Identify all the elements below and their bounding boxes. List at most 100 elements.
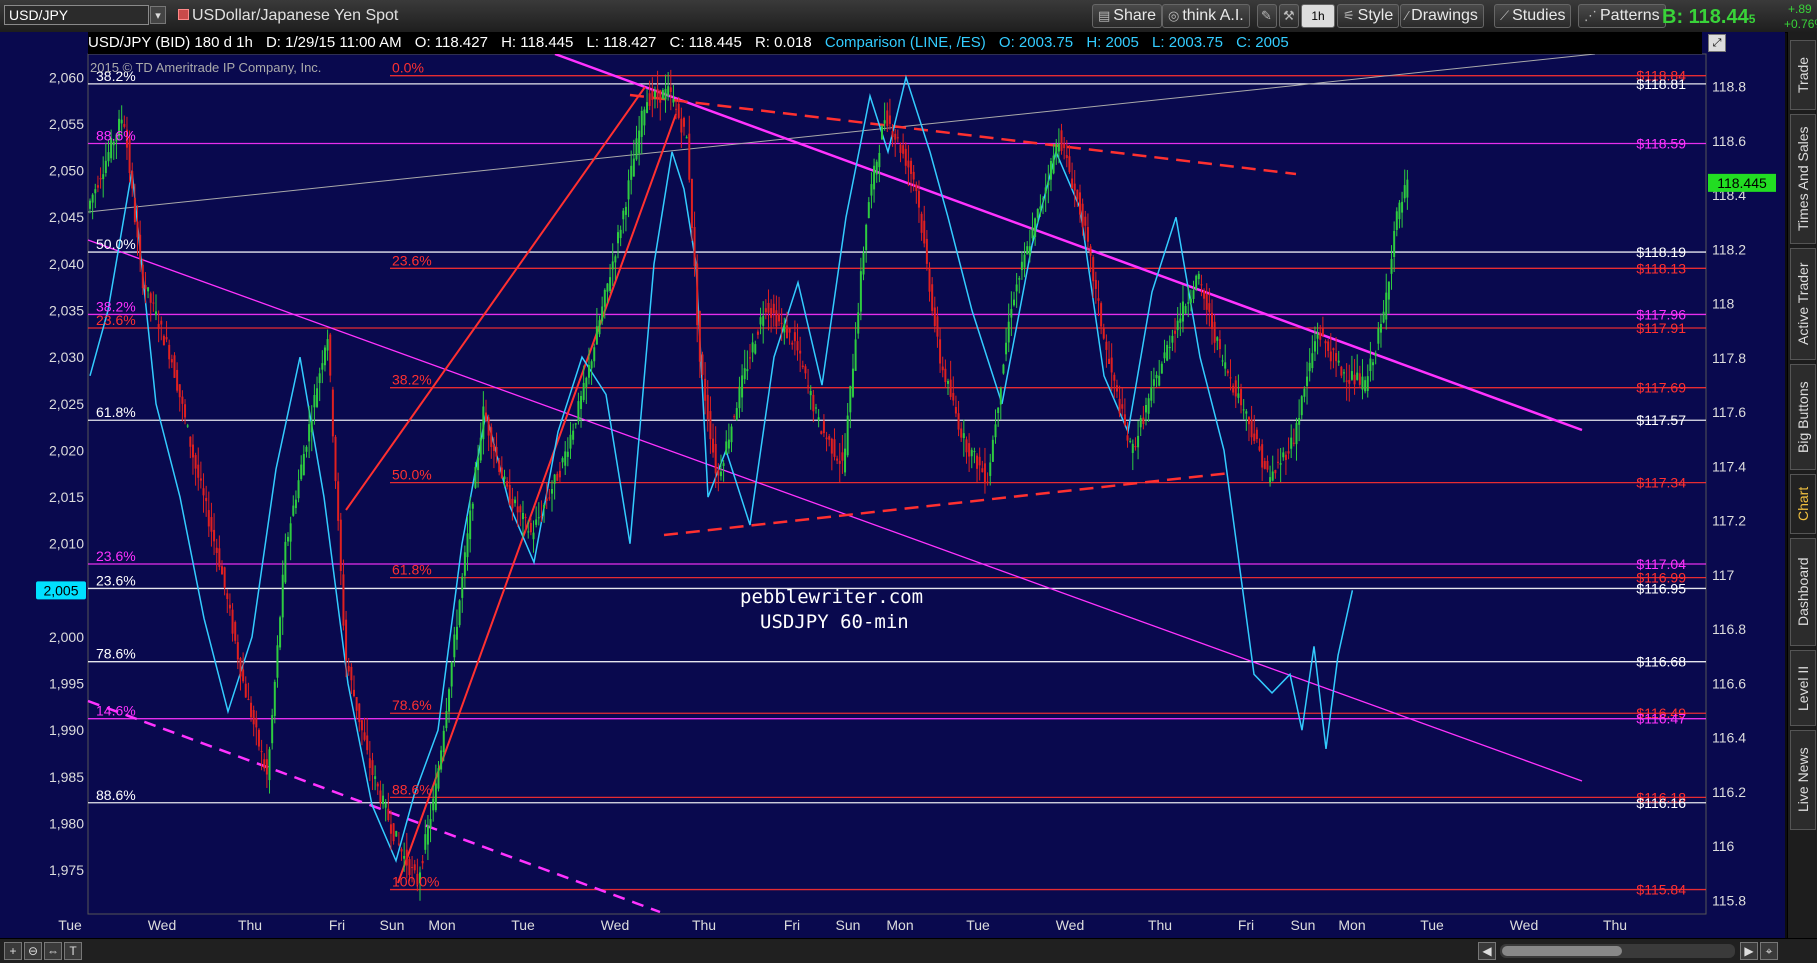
share-button[interactable]: ▤ Share: [1092, 4, 1162, 28]
candle-body: [888, 115, 891, 124]
zoom-in-icon[interactable]: +: [4, 942, 22, 960]
candle-body: [310, 421, 313, 433]
studies-button[interactable]: ⟋ Studies: [1494, 4, 1572, 28]
candle-body: [812, 394, 815, 412]
candle-body: [680, 118, 683, 133]
candle-body: [925, 238, 928, 264]
price-chart[interactable]: 1,975 1,980 1,985 1,990 1,995 2,000 2,005 2,010…: [0, 32, 1785, 940]
candle-body: [1131, 443, 1134, 453]
candle-body: [1060, 130, 1063, 151]
chart-scrollbar[interactable]: [1500, 944, 1735, 958]
candle-body: [1129, 440, 1132, 442]
scrollbar-thumb[interactable]: [1502, 946, 1622, 956]
zoom-fit-icon[interactable]: ⌖: [1760, 942, 1778, 960]
x-axis-tick-label: Tue: [1420, 917, 1444, 933]
candle-body: [1329, 351, 1332, 362]
candle-body: [857, 312, 860, 334]
scroll-left-icon[interactable]: ◀: [1478, 942, 1496, 960]
tab-live-news[interactable]: Live News: [1790, 730, 1816, 830]
candle-body: [952, 392, 955, 401]
tab-big-buttons[interactable]: Big Buttons: [1790, 364, 1816, 470]
candle-body: [411, 867, 414, 869]
chart-area[interactable]: 1,975 1,980 1,985 1,990 1,995 2,000 2,005 2,010…: [0, 32, 1785, 940]
candle-body: [611, 261, 614, 270]
candle-body: [1250, 419, 1253, 438]
symbol-input[interactable]: [4, 5, 149, 25]
candle-body: [221, 566, 223, 575]
candle-body: [503, 476, 506, 480]
expand-chart-icon[interactable]: ⤢: [1708, 34, 1726, 52]
candle-body: [709, 411, 712, 440]
tab-dashboard[interactable]: Dashboard: [1790, 538, 1816, 646]
candle-body: [551, 488, 553, 494]
candle-body: [640, 110, 643, 137]
candle-body: [162, 335, 165, 346]
top-toolbar: ▾ USDollar/Japanese Yen Spot ▤Share ◎thi…: [0, 0, 1817, 33]
candle-body: [1226, 370, 1229, 374]
tab-level-ii[interactable]: Level II: [1790, 650, 1816, 726]
candle-body: [569, 434, 572, 449]
comparison-open: O: 2003.75: [998, 34, 1074, 51]
candle-body: [302, 453, 305, 476]
watermark-line-2: USDJPY 60-min: [760, 611, 909, 633]
candle-body: [706, 394, 709, 420]
share-icon: ▤: [1098, 8, 1111, 23]
pan-icon[interactable]: ⇔: [44, 942, 62, 960]
candle-body: [619, 229, 622, 239]
candle-body: [165, 337, 168, 340]
price-level-label: $116.47: [1636, 711, 1686, 727]
candle-body: [1306, 376, 1309, 387]
candle-body: [141, 264, 144, 289]
candle-body: [822, 421, 825, 434]
tab-trade[interactable]: Trade: [1790, 40, 1816, 110]
candle-body: [199, 478, 202, 481]
left-axis-tick-label: 2,040: [49, 256, 84, 272]
candle-body: [403, 855, 406, 859]
candle-body: [104, 160, 107, 174]
tab-times-and-sales[interactable]: Times And Sales: [1790, 114, 1816, 244]
candle-body: [630, 165, 633, 180]
candle-body: [1028, 246, 1031, 256]
zoom-out-icon[interactable]: ⊖: [24, 942, 42, 960]
candle-body: [582, 382, 585, 400]
comparison-title: Comparison (LINE, /ES): [824, 34, 986, 51]
candle-body: [672, 99, 675, 103]
settings-button[interactable]: ⚒: [1279, 4, 1299, 28]
candle-body: [1034, 218, 1037, 238]
text-tool-icon[interactable]: T: [64, 942, 82, 960]
candle-body: [1313, 341, 1316, 352]
interval-button[interactable]: 1h: [1301, 4, 1335, 28]
candle-body: [1105, 341, 1108, 350]
trend-line-magenta-thick: [554, 52, 1583, 432]
symbol-dropdown-icon[interactable]: ▾: [150, 6, 166, 24]
x-axis-tick-label: Wed: [148, 917, 177, 933]
candle-body: [714, 443, 717, 474]
bar-high: H: 118.445: [501, 34, 574, 51]
candle-body: [247, 698, 250, 700]
tab-chart[interactable]: Chart: [1790, 474, 1816, 534]
candle-body: [931, 284, 934, 311]
candle-body: [638, 130, 641, 154]
fib-label-inner: 100.0%: [392, 874, 439, 890]
candle-body: [543, 504, 546, 509]
candle-body: [881, 126, 883, 140]
candle-body: [1145, 405, 1147, 413]
x-axis-tick-label: Wed: [601, 917, 630, 933]
price-level-label: $116.68: [1636, 654, 1686, 670]
candle-body: [1118, 398, 1121, 414]
price-level-label: $118.81: [1636, 76, 1686, 92]
drawing-tools-button[interactable]: ✎: [1257, 4, 1277, 28]
candle-body: [511, 498, 514, 509]
drawings-button[interactable]: ∕ Drawings: [1400, 4, 1484, 28]
drawings-icon: ∕: [1406, 8, 1409, 23]
candle-body: [342, 574, 345, 626]
tab-active-trader[interactable]: Active Trader: [1790, 248, 1816, 360]
candle-body: [1364, 380, 1367, 392]
think-ai-button[interactable]: ◎ think A.I.: [1162, 4, 1250, 28]
patterns-button[interactable]: ⋰ Patterns: [1578, 4, 1666, 28]
candle-body: [693, 226, 696, 267]
style-button[interactable]: ⚟ Style: [1337, 4, 1400, 28]
scroll-right-icon[interactable]: ▶: [1740, 942, 1758, 960]
candle-body: [624, 206, 627, 215]
candle-body: [160, 320, 163, 325]
